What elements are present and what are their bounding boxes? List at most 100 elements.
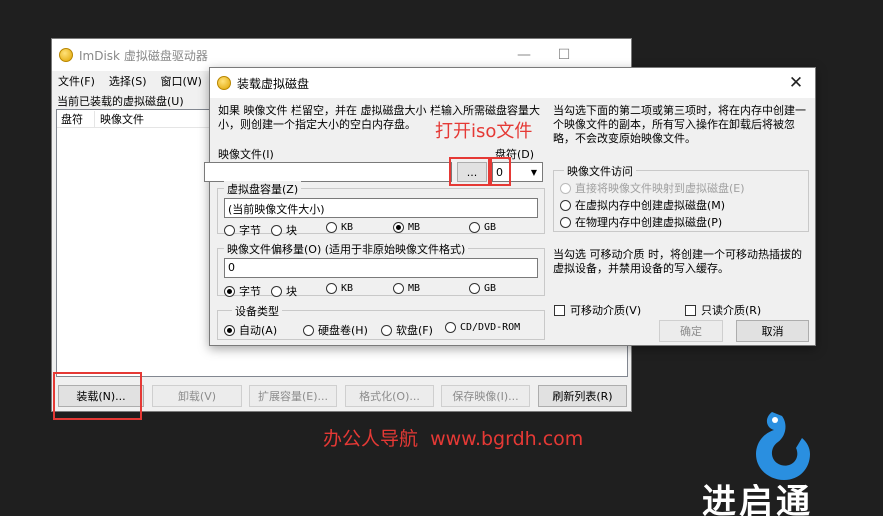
imdisk-app-icon (59, 48, 73, 62)
image-file-input[interactable] (204, 162, 452, 182)
hint-removable: 当勾选 可移动介质 时，将创建一个可移动热插拔的虚拟设备，并禁用设备的写入缓存。 (553, 248, 802, 275)
checkbox-icon (554, 304, 565, 316)
radio-icon (469, 283, 480, 294)
watermark-text: 办公人导航 www.bgrdh.com (323, 428, 584, 450)
radio-icon (271, 285, 282, 297)
checkbox-icon (685, 304, 696, 316)
device-auto-label: 自动(A) (239, 324, 278, 337)
radio-icon (381, 324, 392, 336)
size-unit-kb-label: KB (341, 222, 354, 233)
offset-unit-kb[interactable]: KB (326, 283, 353, 294)
disk-size-input[interactable]: (当前映像文件大小) (224, 198, 538, 218)
disk-size-label: 虚拟盘容量(Z) (224, 181, 302, 197)
device-floppy-label: 软盘(F) (396, 324, 433, 337)
size-unit-bytes-label: 字节 (239, 224, 261, 237)
size-unit-blocks[interactable]: 块 (271, 222, 297, 238)
mount-button-highlight (53, 372, 142, 420)
access-direct-label: 直接将映像文件映射到虚拟磁盘(E) (575, 182, 745, 195)
close-icon[interactable]: ✕ (777, 68, 815, 98)
radio-icon (271, 224, 282, 236)
radio-icon (560, 199, 571, 211)
access-virtual-memory-label: 在虚拟内存中创建虚拟磁盘(M) (575, 199, 726, 212)
radio-icon (560, 216, 571, 228)
removable-checkbox[interactable]: 可移动介质(V) (554, 302, 641, 318)
cancel-button[interactable]: 取消 (736, 320, 809, 342)
access-physical-memory-label: 在物理内存中创建虚拟磁盘(P) (575, 216, 723, 229)
menu-window[interactable]: 窗口(W) (161, 73, 202, 89)
mounted-list-caption: 当前已装载的虚拟磁盘(U) (57, 95, 184, 108)
device-floppy[interactable]: 软盘(F) (381, 322, 433, 338)
dialog-titlebar[interactable]: 装载虚拟磁盘 ✕ (210, 68, 815, 98)
logo-drop-icon (756, 412, 810, 480)
image-file-label: 映像文件(I) (218, 148, 274, 161)
radio-icon (326, 222, 337, 233)
dialog-title: 装载虚拟磁盘 (237, 76, 310, 91)
offset-unit-gb[interactable]: GB (469, 283, 496, 294)
device-type-group: 设备类型 自动(A) 硬盘卷(H) 软盘(F) CD/DVD-ROM (217, 303, 545, 340)
image-offset-input[interactable]: 0 (224, 258, 538, 278)
access-physical-memory[interactable]: 在物理内存中创建虚拟磁盘(P) (560, 214, 722, 230)
device-cdrom[interactable]: CD/DVD-ROM (445, 322, 520, 333)
offset-unit-mb[interactable]: MB (393, 283, 420, 294)
radio-selected-icon (393, 222, 404, 233)
radio-icon (224, 224, 235, 236)
menu-file[interactable]: 文件(F) (58, 73, 95, 89)
size-unit-kb[interactable]: KB (326, 222, 353, 233)
device-type-label: 设备类型 (232, 303, 282, 319)
ok-button[interactable]: 确定 (659, 320, 723, 342)
size-unit-gb-label: GB (484, 222, 497, 233)
column-drive[interactable]: 盘符 (57, 110, 95, 127)
unmount-button[interactable]: 卸载(V) (152, 385, 242, 407)
main-window-title: ImDisk 虚拟磁盘驱动器 (79, 48, 208, 63)
readonly-checkbox-label: 只读介质(R) (701, 304, 762, 317)
hint-memory-copy: 当勾选下面的第二项或第三项时，将在内存中创建一个映像文件的副本，所有写入操作在卸… (553, 104, 806, 145)
size-unit-blocks-label: 块 (286, 224, 297, 237)
image-offset-group: 映像文件偏移量(O) (适用于非原始映像文件格式) 0 字节 块 KB MB G… (217, 241, 545, 299)
dialog-app-icon (217, 76, 231, 90)
device-hdd-label: 硬盘卷(H) (318, 324, 368, 337)
radio-icon (445, 322, 456, 333)
readonly-checkbox[interactable]: 只读介质(R) (685, 302, 761, 318)
disk-size-group: 虚拟盘容量(Z) (当前映像文件大小) 字节 块 KB MB GB (217, 181, 545, 237)
image-offset-label: 映像文件偏移量(O) (适用于非原始映像文件格式) (224, 241, 469, 257)
save-image-button[interactable]: 保存映像(I)... (441, 385, 530, 407)
radio-icon (303, 324, 314, 336)
image-access-label: 映像文件访问 (564, 163, 636, 179)
refresh-list-button[interactable]: 刷新列表(R) (538, 385, 627, 407)
browse-button-highlight (449, 157, 490, 186)
access-direct[interactable]: 直接将映像文件映射到虚拟磁盘(E) (560, 180, 745, 196)
menu-select[interactable]: 选择(S) (109, 73, 147, 89)
radio-icon (393, 283, 404, 294)
size-unit-mb-label: MB (408, 222, 421, 233)
offset-unit-kb-label: KB (341, 283, 354, 294)
offset-unit-mb-label: MB (408, 283, 421, 294)
device-hdd[interactable]: 硬盘卷(H) (303, 322, 368, 338)
column-image-file[interactable]: 映像文件 (95, 111, 144, 127)
logo-text: 进启通 (702, 484, 813, 516)
offset-unit-blocks-label: 块 (286, 285, 297, 298)
device-auto[interactable]: 自动(A) (224, 322, 277, 338)
offset-unit-gb-label: GB (484, 283, 497, 294)
logo-mark (752, 408, 814, 482)
image-access-group: 映像文件访问 直接将映像文件映射到虚拟磁盘(E) 在虚拟内存中创建虚拟磁盘(M)… (553, 163, 809, 232)
format-button[interactable]: 格式化(O)... (345, 385, 434, 407)
offset-unit-bytes[interactable]: 字节 (224, 283, 261, 299)
chevron-down-icon[interactable]: ▼ (526, 168, 542, 177)
size-unit-mb[interactable]: MB (393, 222, 420, 233)
device-cdrom-label: CD/DVD-ROM (460, 322, 521, 333)
offset-unit-blocks[interactable]: 块 (271, 283, 297, 299)
radio-icon (469, 222, 480, 233)
annotation-open-iso: 打开iso文件 (435, 121, 533, 142)
radio-icon (326, 283, 337, 294)
radio-selected-icon (224, 324, 235, 336)
removable-checkbox-label: 可移动介质(V) (570, 304, 642, 317)
radio-selected-icon (224, 285, 235, 297)
drive-letter-highlight (490, 157, 511, 186)
size-unit-gb[interactable]: GB (469, 222, 496, 233)
mount-dialog: 装载虚拟磁盘 ✕ 如果 映像文件 栏留空，并在 虚拟磁盘大小 栏输入所需磁盘容量… (204, 67, 816, 346)
access-virtual-memory[interactable]: 在虚拟内存中创建虚拟磁盘(M) (560, 197, 725, 213)
radio-icon (560, 182, 571, 194)
size-unit-bytes[interactable]: 字节 (224, 222, 261, 238)
offset-unit-bytes-label: 字节 (239, 285, 261, 298)
extend-button[interactable]: 扩展容量(E)... (249, 385, 337, 407)
